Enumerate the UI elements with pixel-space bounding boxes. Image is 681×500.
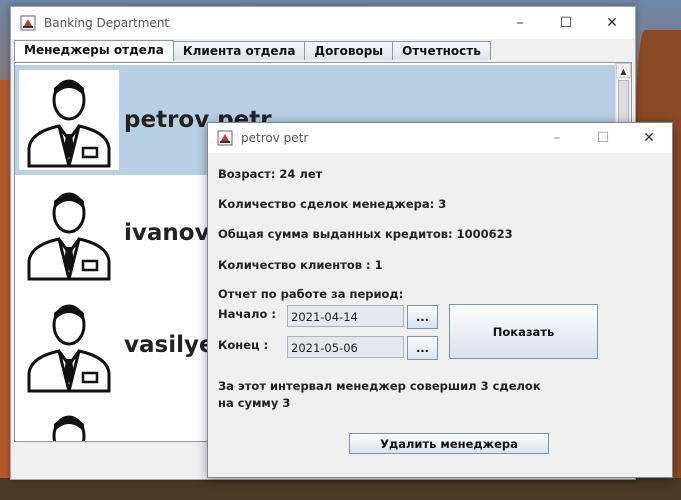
manager-avatar-icon xyxy=(19,70,119,170)
start-date-field[interactable]: 2021-04-14 xyxy=(287,305,404,327)
start-date-browse-button[interactable]: ... xyxy=(407,305,438,329)
credits-total-label: Общая сумма выданных кредитов: 1000623 xyxy=(218,227,513,241)
scroll-up-icon[interactable]: ▲ xyxy=(616,63,631,78)
start-date-label: Начало : xyxy=(218,307,276,321)
dialog-title: petrov petr xyxy=(241,131,309,145)
clients-count-label: Количество клиентов : 1 xyxy=(218,258,383,272)
tab-reports[interactable]: Отчетность xyxy=(392,41,491,60)
delete-manager-button[interactable]: Удалить менеджера xyxy=(349,433,549,454)
age-label: Возраст: 24 лет xyxy=(218,167,323,181)
end-date-browse-button[interactable]: ... xyxy=(407,336,438,360)
close-icon[interactable]: ✕ xyxy=(589,7,635,39)
manager-avatar-icon xyxy=(19,295,119,395)
tab-clients[interactable]: Клиента отдела xyxy=(172,41,306,60)
tab-bar: Менеджеры отдела Клиента отдела Договоры… xyxy=(14,40,491,61)
show-report-button[interactable]: Показать xyxy=(449,304,598,359)
manager-avatar-icon xyxy=(19,406,119,441)
tab-contracts[interactable]: Договоры xyxy=(304,41,394,60)
dialog-titlebar: petrov petr – ☐ ✕ xyxy=(208,123,672,153)
manager-details-dialog: petrov petr – ☐ ✕ Возраст: 24 лет Количе… xyxy=(207,122,673,478)
tab-managers[interactable]: Менеджеры отдела xyxy=(14,40,174,61)
end-date-field[interactable]: 2021-05-06 xyxy=(287,336,404,358)
close-icon[interactable]: ✕ xyxy=(626,123,672,153)
main-window-title: Banking Department xyxy=(44,16,170,30)
maximize-icon[interactable]: ☐ xyxy=(543,7,589,39)
period-label: Отчет по работе за период: xyxy=(218,287,404,301)
result-line-2: на сумму 3 xyxy=(218,396,291,410)
manager-avatar-icon xyxy=(19,183,119,283)
java-app-icon xyxy=(217,130,233,146)
minimize-icon[interactable]: – xyxy=(534,123,580,153)
result-line-1: За этот интервал менеджер совершил 3 сде… xyxy=(218,379,541,393)
dialog-body: Возраст: 24 лет Количество сделок менедж… xyxy=(208,154,672,477)
maximize-icon[interactable]: ☐ xyxy=(580,123,626,153)
java-app-icon xyxy=(20,15,36,31)
end-date-label: Конец : xyxy=(218,338,269,352)
main-titlebar: Banking Department – ☐ ✕ xyxy=(11,7,635,39)
desktop-background-ground xyxy=(0,478,681,500)
deals-count-label: Количество сделок менеджера: 3 xyxy=(218,197,447,211)
minimize-icon[interactable]: – xyxy=(497,7,543,39)
